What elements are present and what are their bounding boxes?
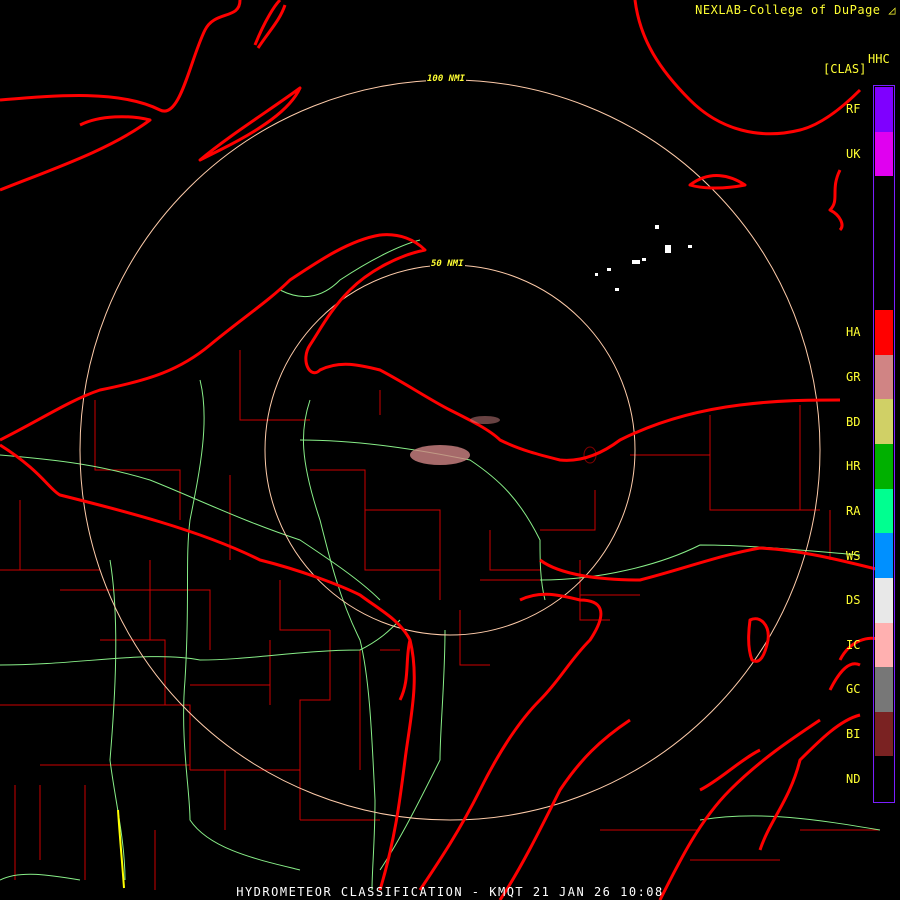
legend-label: UK bbox=[846, 146, 861, 161]
legend-label: HR bbox=[846, 459, 861, 474]
ring-label-100nmi: 100 NMI bbox=[426, 74, 466, 84]
legend-swatch-empty bbox=[875, 176, 893, 221]
legend-label: IC bbox=[846, 637, 861, 652]
radar-display: 100 NMI 50 NMI NEXLAB-College of DuPage … bbox=[0, 0, 900, 900]
radar-map bbox=[0, 0, 881, 900]
legend-swatch-bi bbox=[875, 711, 893, 757]
legend-label: BD bbox=[846, 414, 861, 429]
ring-label-50nmi: 50 NMI bbox=[430, 259, 465, 269]
nexlab-logo-icon: ◿ bbox=[888, 3, 896, 17]
legend-label bbox=[846, 221, 870, 266]
product-code: HHC bbox=[868, 52, 890, 66]
legend-swatch-gc bbox=[875, 667, 893, 712]
legend-label: RA bbox=[846, 503, 861, 518]
legend-swatch-bd bbox=[875, 399, 893, 444]
legend-swatch-ha bbox=[875, 310, 893, 355]
legend-swatch-hr bbox=[875, 444, 893, 489]
legend-label: ND bbox=[846, 771, 861, 786]
legend-swatch-rf bbox=[875, 87, 893, 132]
county-borders bbox=[0, 350, 880, 890]
legend-swatch-uk bbox=[875, 131, 893, 177]
legend-swatch-gr bbox=[875, 354, 893, 400]
legend-swatch-ra bbox=[875, 488, 893, 534]
legend-swatch-nd bbox=[875, 756, 893, 801]
color-legend bbox=[873, 85, 895, 803]
legend-labels: RF UK HA GR BD HR RA WS DS IC GC BI ND bbox=[846, 87, 870, 801]
credit-label: NEXLAB-College of DuPage ◿ bbox=[695, 3, 896, 17]
legend-swatch-empty bbox=[875, 265, 893, 311]
legend-label: WS bbox=[846, 548, 861, 563]
legend-label: RF bbox=[846, 102, 861, 117]
legend-swatch-ws bbox=[875, 533, 893, 578]
product-title: HYDROMETEOR CLASSIFICATION - KMQT 21 JAN… bbox=[236, 885, 664, 899]
legend-swatch-empty bbox=[875, 220, 893, 266]
legend-label bbox=[846, 266, 870, 311]
legend-swatch-ic bbox=[875, 622, 893, 668]
product-unit: [CLAS] bbox=[823, 62, 867, 76]
credit-text: NEXLAB-College of DuPage bbox=[695, 3, 881, 17]
legend-label: BI bbox=[846, 727, 861, 742]
legend-label: HA bbox=[846, 325, 861, 340]
ground-clutter bbox=[595, 225, 692, 291]
legend-label bbox=[846, 176, 870, 221]
legend-label: GC bbox=[846, 682, 861, 697]
legend-swatch-ds bbox=[875, 577, 893, 623]
legend-label: GR bbox=[846, 370, 861, 385]
legend-label: DS bbox=[846, 593, 861, 608]
